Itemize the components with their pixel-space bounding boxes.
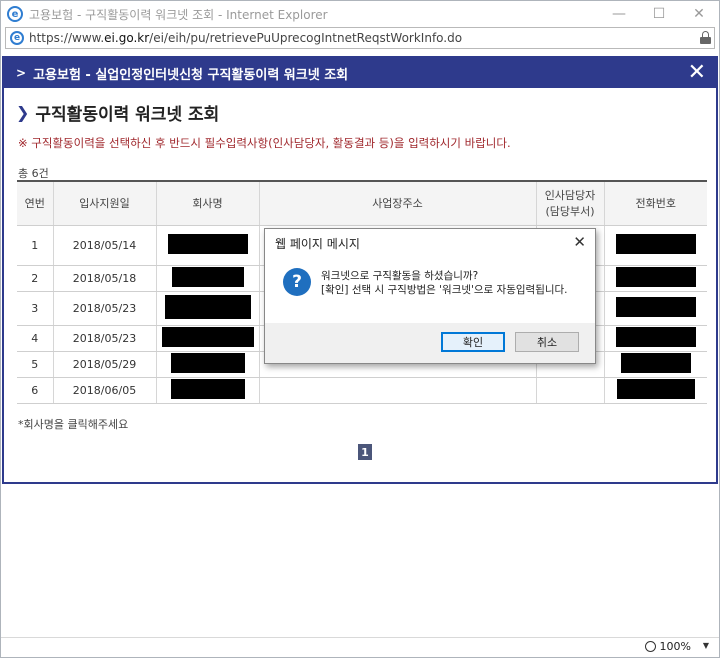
dialog-footer: 확인 취소	[265, 323, 595, 363]
result-count: 총 6건	[18, 167, 49, 180]
header-department-label: (담당부서)	[545, 205, 595, 219]
browser-window: e 고용보험 - 구직활동이력 워크넷 조회 - Internet Explor…	[0, 0, 720, 658]
table-row[interactable]: 6 2018/06/05	[17, 377, 707, 404]
header-phone: 전화번호	[603, 180, 707, 226]
redacted-block	[170, 378, 245, 399]
maximize-button[interactable]: ☐	[639, 1, 679, 27]
redacted-block	[616, 378, 695, 399]
minimize-button[interactable]: —	[599, 1, 639, 27]
header-date: 입사지원일	[52, 180, 156, 226]
row-no: 2	[17, 265, 53, 292]
row-date: 2018/05/23	[52, 325, 156, 352]
row-phone	[603, 265, 707, 292]
popup-header: > 고용보험 - 실업인정인터넷신청 구직활동이력 워크넷 조회 ✕	[4, 58, 716, 88]
company-name-link[interactable]	[155, 291, 259, 326]
window-title: 고용보험 - 구직활동이력 워크넷 조회 - Internet Explorer	[29, 7, 328, 22]
company-name-link[interactable]	[155, 351, 259, 378]
question-icon: ?	[283, 268, 311, 296]
helper-text: *회사명을 클릭해주세요	[18, 418, 129, 431]
redacted-block	[170, 352, 245, 373]
row-phone	[603, 377, 707, 404]
page-title: ❯ 구직활동이력 워크넷 조회	[16, 100, 716, 125]
company-name-link[interactable]	[155, 265, 259, 292]
redacted-block	[620, 352, 691, 373]
address-bar[interactable]: e https://www.ei.go.kr/ei/eih/pu/retriev…	[5, 27, 715, 49]
cancel-button[interactable]: 취소	[515, 332, 579, 352]
row-date: 2018/05/29	[52, 351, 156, 378]
redacted-block	[615, 233, 696, 254]
redacted-block	[164, 294, 251, 319]
company-name-link[interactable]	[155, 377, 259, 404]
dialog-message-line1: 워크넷으로 구직활동을 하셨습니까?	[321, 270, 479, 282]
zoom-dropdown-icon[interactable]: ▼	[703, 641, 709, 650]
header-no: 연번	[17, 180, 53, 226]
header-manager-label: 인사담당자	[544, 189, 596, 203]
zoom-control[interactable]: 100%	[644, 640, 691, 653]
close-window-button[interactable]: ✕	[679, 1, 719, 27]
row-no: 5	[17, 351, 53, 378]
table-header-row: 연번 입사지원일 회사명 사업장주소 인사담당자 (담당부서) 전화번호	[17, 180, 707, 226]
company-name-link[interactable]	[155, 225, 259, 266]
redacted-block	[171, 266, 244, 287]
url-text[interactable]: https://www.ei.go.kr/ei/eih/pu/retrieveP…	[29, 31, 462, 45]
row-no: 4	[17, 325, 53, 352]
row-date: 2018/05/23	[52, 291, 156, 326]
row-no: 6	[17, 377, 53, 404]
row-date: 2018/05/14	[52, 225, 156, 266]
row-date: 2018/05/18	[52, 265, 156, 292]
page-number-button[interactable]: 1	[358, 444, 372, 460]
header-manager: 인사담당자 (담당부서)	[535, 180, 604, 226]
header-address: 사업장주소	[258, 180, 536, 226]
message-dialog: 웹 페이지 메시지 ✕ ? 워크넷으로 구직활동을 하셨습니까? [확인] 선택…	[264, 228, 596, 364]
title-chevron-icon: ❯	[16, 103, 30, 122]
popup-close-button[interactable]: ✕	[688, 60, 706, 86]
url-prefix: https://www.	[29, 31, 105, 45]
dialog-message-line2: [확인] 선택 시 구직방법은 '워크넷'으로 자동입력됩니다.	[321, 284, 568, 296]
zoom-level: 100%	[659, 640, 691, 653]
row-no: 3	[17, 291, 53, 326]
lock-icon[interactable]	[700, 31, 711, 44]
row-phone	[603, 325, 707, 352]
redacted-block	[615, 326, 696, 347]
row-address	[258, 377, 536, 404]
site-ie-icon: e	[10, 31, 24, 45]
header-company: 회사명	[155, 180, 259, 226]
dialog-close-button[interactable]: ✕	[573, 233, 586, 251]
redacted-block	[161, 326, 254, 347]
url-path: /ei/eih/pu/retrievePuUprecogIntnetReqstW…	[149, 31, 463, 45]
notice-text: ※ 구직활동이력을 선택하신 후 반드시 필수입력사항(인사담당자, 활동결과 …	[18, 136, 511, 150]
row-phone	[603, 351, 707, 378]
status-bar: 100% ▼	[1, 637, 719, 657]
row-date: 2018/06/05	[52, 377, 156, 404]
window-controls: — ☐ ✕	[599, 1, 719, 27]
dialog-message: 워크넷으로 구직활동을 하셨습니까? [확인] 선택 시 구직방법은 '워크넷'…	[321, 267, 568, 297]
redacted-block	[615, 266, 696, 287]
internet-explorer-icon: e	[7, 6, 23, 22]
title-bar: e 고용보험 - 구직활동이력 워크넷 조회 - Internet Explor…	[1, 1, 719, 27]
ok-button[interactable]: 확인	[441, 332, 505, 352]
row-phone	[603, 225, 707, 266]
chevron-right-icon: >	[16, 66, 27, 80]
zoom-icon	[644, 641, 656, 652]
redacted-block	[167, 233, 248, 254]
redacted-block	[615, 296, 696, 317]
dialog-body: ? 워크넷으로 구직활동을 하셨습니까? [확인] 선택 시 구직방법은 '워크…	[265, 257, 595, 325]
row-no: 1	[17, 225, 53, 266]
company-name-link[interactable]	[155, 325, 259, 352]
row-manager	[535, 377, 604, 404]
page-title-text: 구직활동이력 워크넷 조회	[35, 105, 220, 125]
dialog-title: 웹 페이지 메시지	[275, 236, 360, 251]
url-domain: ei.go.kr	[104, 31, 150, 45]
row-phone	[603, 291, 707, 326]
popup-header-title: 고용보험 - 실업인정인터넷신청 구직활동이력 워크넷 조회	[33, 67, 349, 83]
